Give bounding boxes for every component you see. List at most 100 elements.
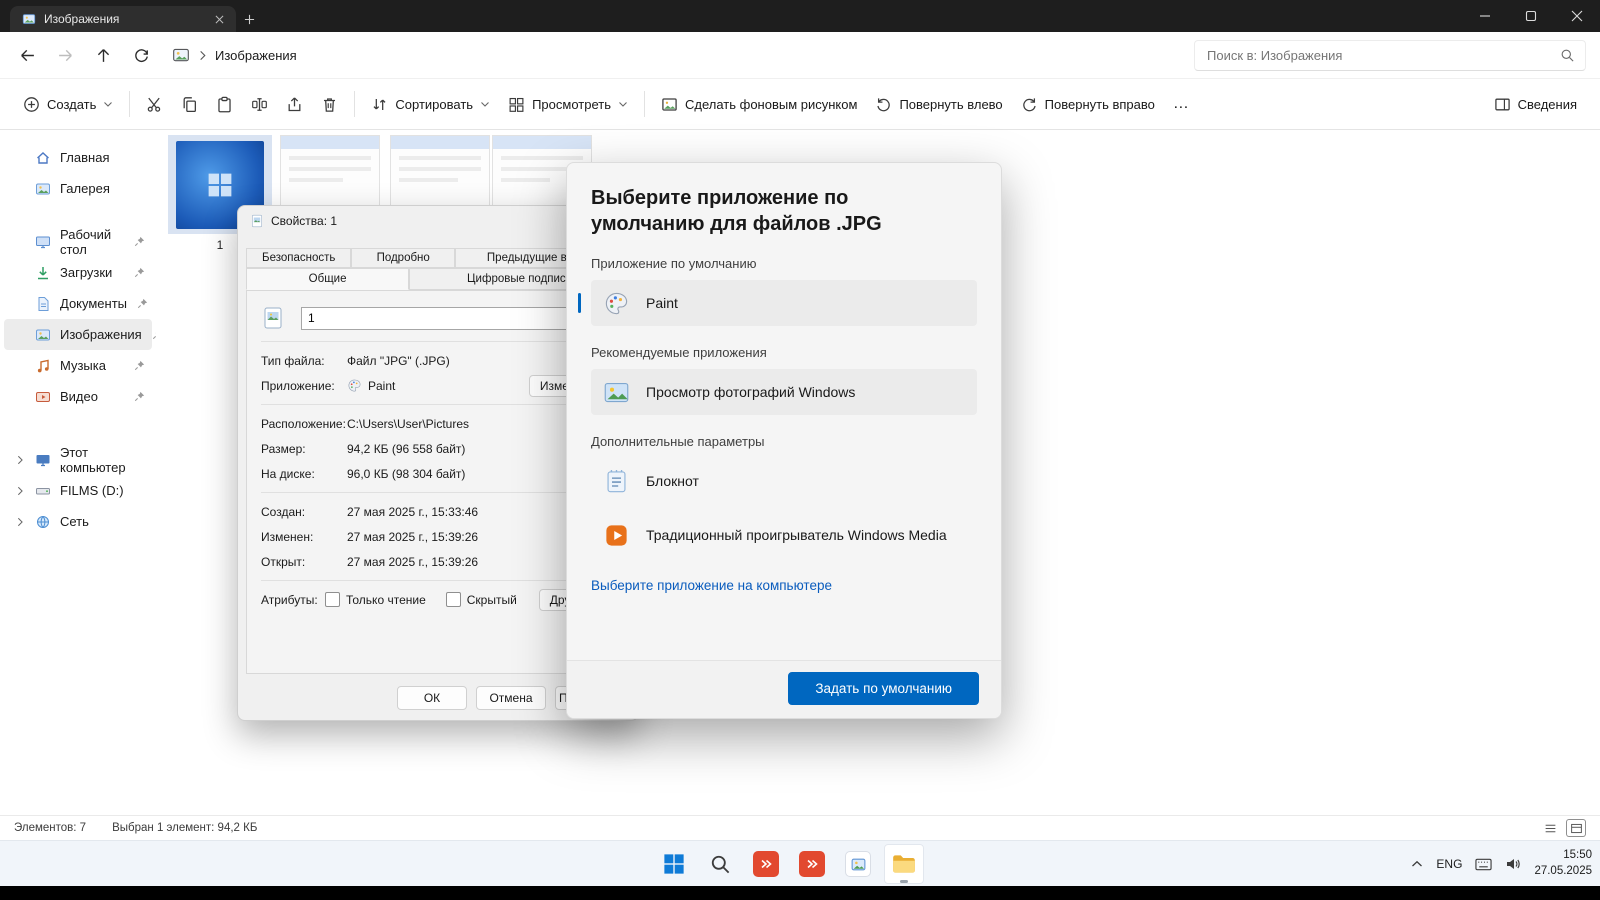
sidebar-item-home[interactable]: Главная — [4, 142, 152, 173]
sidebar-item-this-pc[interactable]: Этот компьютер — [4, 444, 152, 475]
readonly-checkbox[interactable] — [325, 592, 340, 607]
tray-chevron-up-icon[interactable] — [1411, 860, 1423, 868]
sidebar-item-films-drive[interactable]: FILMS (D:) — [4, 475, 152, 506]
taskbar-explorer-icon[interactable] — [884, 844, 924, 884]
details-pane-icon — [1494, 96, 1511, 113]
opened-label: Открыт: — [261, 555, 347, 569]
sidebar-item-network[interactable]: Сеть — [4, 506, 152, 537]
videos-icon — [35, 389, 51, 405]
app-option-notepad[interactable]: Блокнот — [591, 458, 977, 504]
expand-chevron-icon[interactable] — [14, 486, 26, 496]
window-controls — [1462, 0, 1600, 32]
app-option-wmp-legacy[interactable]: Традиционный проигрыватель Windows Media — [591, 512, 977, 558]
app-option-photo-viewer[interactable]: Просмотр фотографий Windows — [591, 369, 977, 415]
tab-close-icon[interactable] — [210, 10, 228, 28]
rotate-right-icon — [1021, 96, 1038, 113]
selection-info: Выбран 1 элемент: 94,2 КБ — [112, 822, 257, 834]
expand-chevron-icon[interactable] — [14, 517, 26, 527]
toolbar-separator — [644, 91, 645, 117]
start-button[interactable] — [654, 844, 694, 884]
home-icon — [35, 150, 51, 166]
rotate-left-button[interactable]: Повернуть влево — [866, 88, 1011, 121]
explorer-tab[interactable]: Изображения — [10, 6, 236, 32]
set-default-button[interactable]: Задать по умолчанию — [788, 672, 979, 705]
view-button[interactable]: Просмотреть — [499, 88, 637, 121]
titlebar: Изображения — [0, 0, 1600, 32]
taskbar-search-icon[interactable] — [700, 844, 740, 884]
create-button[interactable]: Создать — [14, 88, 122, 121]
set-wallpaper-button[interactable]: Сделать фоновым рисунком — [652, 88, 866, 121]
view-icon — [508, 96, 525, 113]
breadcrumb-location[interactable]: Изображения — [215, 48, 297, 63]
more-options-button[interactable]: … — [1164, 87, 1199, 121]
tab-security[interactable]: Безопасность — [246, 248, 351, 268]
sidebar-item-desktop[interactable]: Рабочий стол — [4, 226, 152, 257]
hidden-label: Скрытый — [467, 593, 517, 607]
new-tab-button[interactable] — [236, 6, 262, 32]
details-pane-button[interactable]: Сведения — [1485, 88, 1586, 121]
large-icons-view-icon[interactable] — [1566, 819, 1586, 837]
sidebar-item-music[interactable]: Музыка — [4, 350, 152, 381]
close-button[interactable] — [1554, 0, 1600, 32]
create-plus-icon — [23, 96, 40, 113]
sidebar-item-pictures[interactable]: Изображения — [4, 319, 152, 350]
rename-button[interactable] — [242, 88, 277, 121]
cancel-button[interactable]: Отмена — [476, 686, 546, 710]
search-icon[interactable] — [1560, 48, 1575, 63]
up-icon[interactable] — [84, 37, 122, 73]
app-option-label: Традиционный проигрыватель Windows Media — [646, 527, 947, 543]
forward-icon[interactable] — [46, 37, 84, 73]
hidden-checkbox[interactable] — [446, 592, 461, 607]
ok-button[interactable]: ОК — [397, 686, 467, 710]
expand-chevron-icon[interactable] — [14, 455, 26, 465]
location-value: C:\Users\User\Pictures — [347, 417, 469, 431]
navigation-bar: Изображения — [0, 32, 1600, 79]
taskbar-app1-icon[interactable] — [746, 844, 786, 884]
notepad-icon — [603, 468, 630, 495]
wmp-icon — [603, 522, 630, 549]
sidebar-item-documents[interactable]: Документы — [4, 288, 152, 319]
touch-keyboard-icon[interactable] — [1475, 858, 1492, 871]
taskbar-app2-icon[interactable] — [792, 844, 832, 884]
section-default-app: Приложение по умолчанию — [591, 256, 977, 271]
tab-details[interactable]: Подробно — [351, 248, 454, 268]
screen: Изображения — [0, 0, 1600, 900]
back-icon[interactable] — [8, 37, 46, 73]
sidebar-item-downloads[interactable]: Загрузки — [4, 257, 152, 288]
paint-icon — [347, 378, 362, 393]
browse-app-link[interactable]: Выберите приложение на компьютере — [591, 578, 832, 593]
breadcrumb[interactable]: Изображения — [172, 46, 297, 64]
app-option-label: Paint — [646, 295, 678, 311]
copy-button[interactable] — [172, 88, 207, 121]
volume-icon[interactable] — [1505, 857, 1521, 871]
delete-button[interactable] — [312, 88, 347, 121]
taskbar-clock[interactable]: 15:50 27.05.2025 — [1534, 848, 1592, 879]
disk-size-value: 96,0 КБ (98 304 байт) — [347, 467, 465, 481]
refresh-icon[interactable] — [122, 37, 160, 73]
sort-icon — [371, 96, 388, 113]
search-input[interactable] — [1205, 47, 1560, 64]
tab-general[interactable]: Общие — [246, 268, 409, 290]
view-toggles — [1540, 819, 1586, 837]
status-bar: Элементов: 7 Выбран 1 элемент: 94,2 КБ — [0, 815, 1600, 840]
details-view-icon[interactable] — [1540, 819, 1560, 837]
search-box[interactable] — [1194, 40, 1586, 71]
photo-viewer-icon — [603, 379, 630, 406]
cut-button[interactable] — [137, 88, 172, 121]
app-value: Paint — [368, 379, 395, 393]
app-option-paint[interactable]: Paint — [591, 280, 977, 326]
rotate-right-label: Повернуть вправо — [1045, 97, 1155, 112]
share-button[interactable] — [277, 88, 312, 121]
language-indicator[interactable]: ENG — [1436, 857, 1462, 871]
minimize-button[interactable] — [1462, 0, 1508, 32]
sidebar-item-gallery[interactable]: Галерея — [4, 173, 152, 204]
paste-button[interactable] — [207, 88, 242, 121]
clock-time: 15:50 — [1534, 848, 1592, 864]
sidebar-item-videos[interactable]: Видео — [4, 381, 152, 412]
maximize-button[interactable] — [1508, 0, 1554, 32]
sort-button[interactable]: Сортировать — [362, 88, 499, 121]
rotate-right-button[interactable]: Повернуть вправо — [1012, 88, 1164, 121]
readonly-label: Только чтение — [346, 593, 426, 607]
size-label: Размер: — [261, 442, 347, 456]
taskbar-photos-icon[interactable] — [838, 844, 878, 884]
